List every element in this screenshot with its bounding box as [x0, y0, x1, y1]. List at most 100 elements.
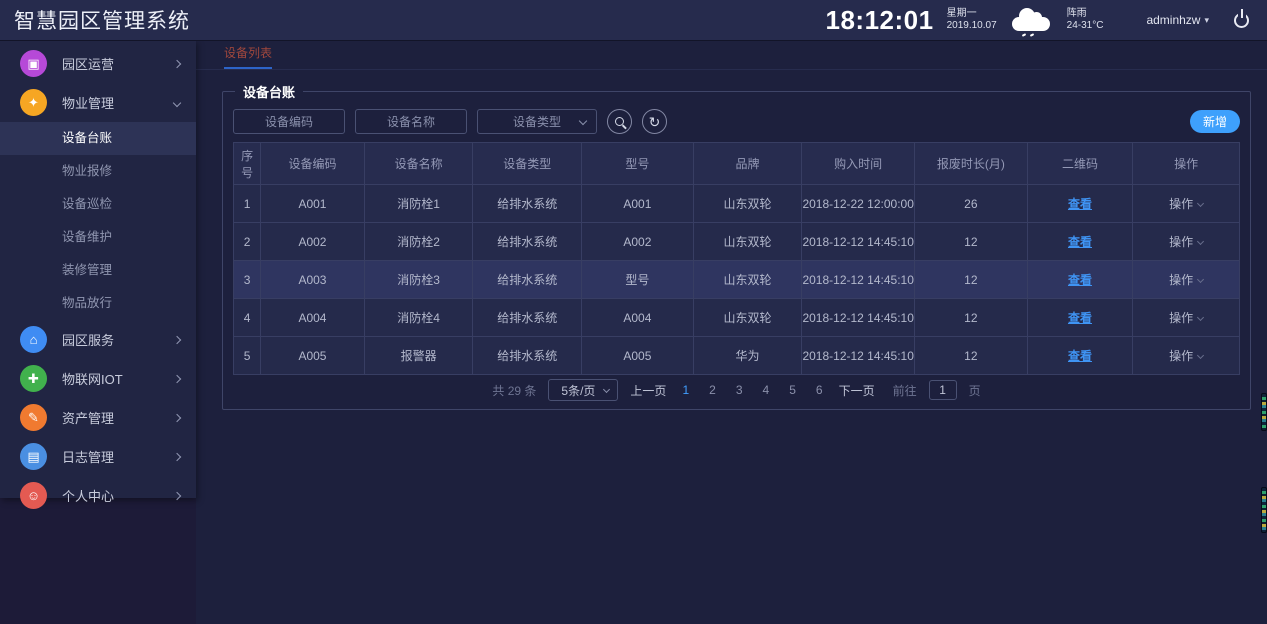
cell-index: 4	[234, 299, 261, 337]
row-action-dropdown[interactable]: 操作	[1133, 185, 1240, 223]
user-dropdown[interactable]: adminhzw ▾	[1146, 13, 1209, 27]
chevron-down-icon	[173, 98, 181, 106]
col-qrcode: 二维码	[1027, 143, 1133, 185]
device-name-input[interactable]	[355, 109, 467, 134]
page-number-3[interactable]: 3	[732, 383, 747, 397]
col-action: 操作	[1133, 143, 1240, 185]
view-qrcode-link[interactable]: 查看	[1068, 235, 1092, 249]
cell-code: A002	[261, 223, 365, 261]
asset-management-icon: ✎	[20, 404, 47, 431]
main-content: 设备列表 设备台账 设备类型 ↻ 新增 序号 设备编码	[196, 40, 1267, 624]
cell-purchase-time: 2018-12-22 12:00:00	[802, 185, 915, 223]
goto-label: 前往	[893, 382, 917, 399]
username: adminhzw	[1146, 13, 1200, 27]
personal-center-icon: ☺	[20, 482, 47, 509]
cell-brand: 山东双轮	[693, 185, 802, 223]
sidebar-item-label: 物业管理	[62, 93, 114, 112]
sidebar-subitem-device-maintenance[interactable]: 设备维护	[0, 221, 196, 254]
view-qrcode-link[interactable]: 查看	[1068, 349, 1092, 363]
date-block: 星期一 2019.10.07	[947, 8, 997, 33]
sidebar-subitem-decoration-management[interactable]: 装修管理	[0, 254, 196, 287]
cell-code: A001	[261, 185, 365, 223]
sidebar-item-label: 园区运营	[62, 54, 114, 73]
sidebar-subitem-device-ledger[interactable]: 设备台账	[0, 122, 196, 155]
chevron-right-icon	[173, 374, 181, 382]
tab-device-list[interactable]: 设备列表	[224, 44, 272, 69]
iot-shield-icon: ✚	[20, 365, 47, 392]
cell-purchase-time: 2018-12-12 14:45:10	[802, 223, 915, 261]
device-code-input[interactable]	[233, 109, 345, 134]
edge-indicator-strip	[1261, 487, 1267, 533]
cell-scrap-duration: 12	[915, 299, 1028, 337]
page-number-2[interactable]: 2	[705, 383, 720, 397]
device-type-select[interactable]: 设备类型	[477, 109, 597, 134]
sidebar-subitem-property-repair[interactable]: 物业报修	[0, 155, 196, 188]
cell-name: 消防栓3	[364, 261, 473, 299]
page-size-select[interactable]: 5条/页	[548, 379, 618, 401]
sidebar-item-park-operation[interactable]: ▣ 园区运营	[0, 44, 196, 83]
col-brand: 品牌	[693, 143, 802, 185]
cell-model: A002	[582, 223, 694, 261]
sidebar-item-park-service[interactable]: ⌂ 园区服务	[0, 320, 196, 359]
prev-page-button[interactable]: 上一页	[630, 382, 666, 399]
sidebar-item-personal-center[interactable]: ☺ 个人中心	[0, 476, 196, 515]
cell-type: 给排水系统	[473, 185, 582, 223]
view-qrcode-link[interactable]: 查看	[1068, 311, 1092, 325]
park-service-icon: ⌂	[20, 326, 47, 353]
sidebar-item-property-management[interactable]: ✦ 物业管理	[0, 83, 196, 122]
chevron-right-icon	[173, 59, 181, 67]
row-action-dropdown[interactable]: 操作	[1133, 299, 1240, 337]
add-button[interactable]: 新增	[1190, 110, 1240, 133]
page-number-4[interactable]: 4	[759, 383, 774, 397]
cell-model: 型号	[582, 261, 694, 299]
chevron-down-icon	[1197, 238, 1204, 245]
row-action-dropdown[interactable]: 操作	[1133, 337, 1240, 375]
sidebar-item-label: 物联网IOT	[62, 369, 123, 388]
chevron-right-icon	[173, 452, 181, 460]
cell-name: 消防栓2	[364, 223, 473, 261]
view-qrcode-link[interactable]: 查看	[1068, 273, 1092, 287]
sidebar-item-asset-management[interactable]: ✎ 资产管理	[0, 398, 196, 437]
cell-type: 给排水系统	[473, 337, 582, 375]
weather-text: 阵雨	[1067, 8, 1104, 21]
cell-code: A003	[261, 261, 365, 299]
device-table: 序号 设备编码 设备名称 设备类型 型号 品牌 购入时间 报废时长(月) 二维码…	[233, 142, 1240, 375]
cell-scrap-duration: 12	[915, 337, 1028, 375]
table-row: 4 A004 消防栓4 给排水系统 A004 山东双轮 2018-12-12 1…	[234, 299, 1240, 337]
view-qrcode-link[interactable]: 查看	[1068, 197, 1092, 211]
sidebar-subitem-device-inspection[interactable]: 设备巡检	[0, 188, 196, 221]
goto-suffix: 页	[969, 382, 981, 399]
sidebar-item-label: 资产管理	[62, 408, 114, 427]
cell-purchase-time: 2018-12-12 14:45:10	[802, 299, 915, 337]
row-action-dropdown[interactable]: 操作	[1133, 261, 1240, 299]
edge-indicator-strip	[1261, 393, 1267, 431]
chevron-down-icon	[1197, 200, 1204, 207]
page-number-6[interactable]: 6	[812, 383, 827, 397]
cell-index: 2	[234, 223, 261, 261]
cell-purchase-time: 2018-12-12 14:45:10	[802, 337, 915, 375]
page-number-1[interactable]: 1	[678, 383, 693, 397]
row-action-dropdown[interactable]: 操作	[1133, 223, 1240, 261]
table-row-highlighted: 3 A003 消防栓3 给排水系统 型号 山东双轮 2018-12-12 14:…	[234, 261, 1240, 299]
chevron-right-icon	[173, 491, 181, 499]
chevron-down-icon: ▾	[1204, 15, 1209, 26]
refresh-button[interactable]: ↻	[642, 109, 667, 134]
sidebar-subitem-item-release[interactable]: 物品放行	[0, 287, 196, 320]
cell-type: 给排水系统	[473, 223, 582, 261]
next-page-button[interactable]: 下一页	[839, 382, 875, 399]
cell-model: A001	[582, 185, 694, 223]
cell-scrap-duration: 12	[915, 261, 1028, 299]
col-index: 序号	[234, 143, 261, 185]
sidebar-item-iot[interactable]: ✚ 物联网IOT	[0, 359, 196, 398]
sidebar-item-label: 园区服务	[62, 330, 114, 349]
sidebar-item-log-management[interactable]: ▤ 日志管理	[0, 437, 196, 476]
chevron-right-icon	[173, 335, 181, 343]
pagination-total: 共 29 条	[492, 382, 536, 399]
page-number-5[interactable]: 5	[785, 383, 800, 397]
park-operation-icon: ▣	[20, 50, 47, 77]
col-name: 设备名称	[364, 143, 473, 185]
goto-page-input[interactable]	[929, 380, 957, 400]
top-header: 智慧园区管理系统 18:12:01 星期一 2019.10.07 阵雨 24-3…	[0, 0, 1267, 40]
logout-power-button[interactable]	[1234, 13, 1249, 28]
search-button[interactable]	[607, 109, 632, 134]
